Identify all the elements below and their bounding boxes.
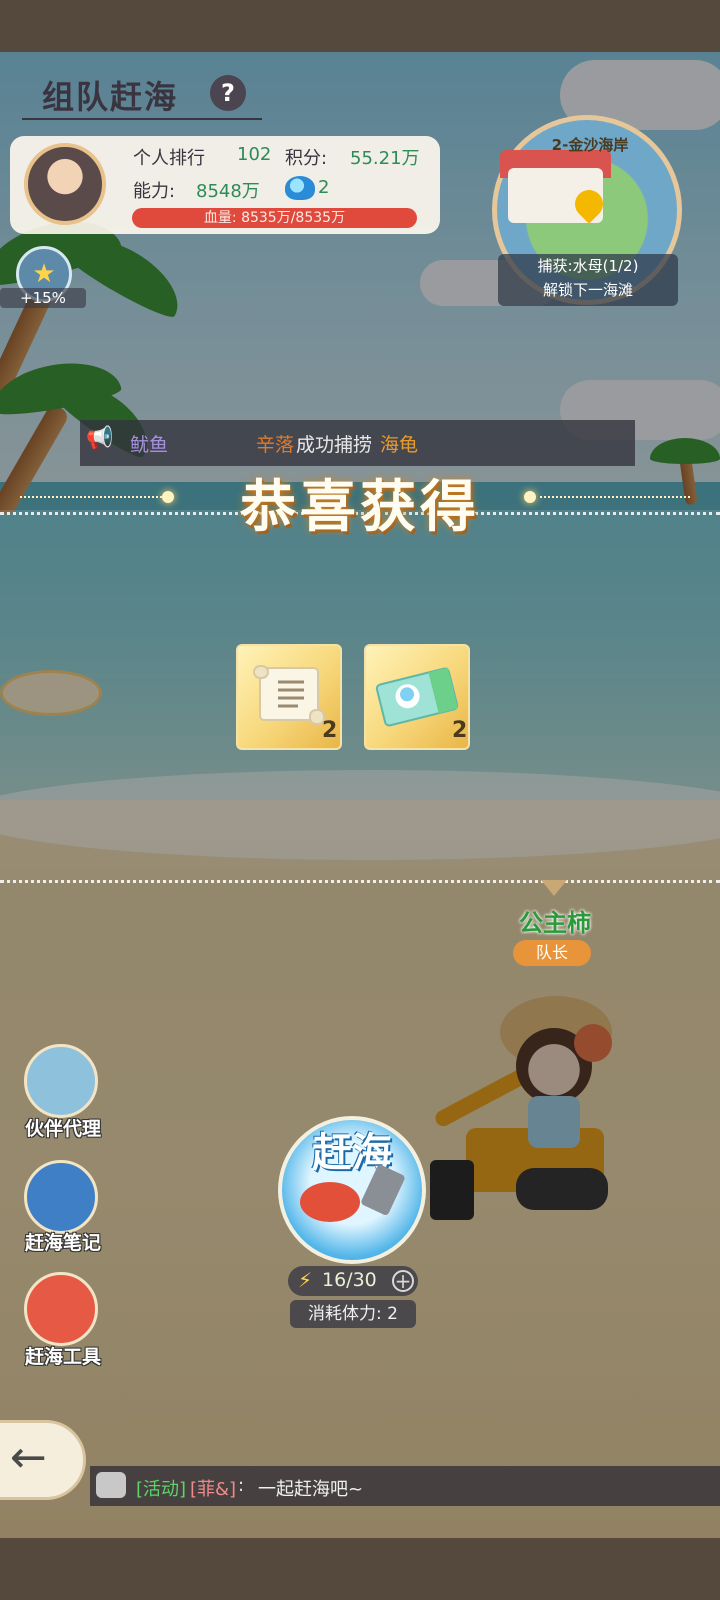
sparkle-icon (162, 491, 174, 503)
energy-cost: 消耗体力: 2 (290, 1300, 416, 1328)
lightning-icon: ⚡ (298, 1268, 313, 1292)
wave-count: 2 (318, 177, 330, 198)
score-label: 积分: (285, 148, 328, 169)
reward-panel (0, 510, 720, 882)
side-menu-label[interactable]: 伙伴代理 (8, 1114, 118, 1141)
bucket-icon[interactable] (24, 1272, 98, 1346)
chat-colon: : (238, 1475, 245, 1496)
boost-percent: +15% (0, 288, 86, 308)
character-name[interactable]: 公主柿 (500, 903, 610, 938)
crab-icon (300, 1182, 360, 1222)
rank-label: 个人排行 (133, 148, 205, 169)
energy-value: 16/30 (322, 1269, 377, 1291)
announcement-player: 辛落 (256, 434, 295, 456)
leader-badge: 队长 (513, 940, 591, 966)
power-value: 8548万 (196, 181, 260, 202)
wave-icon (285, 176, 315, 200)
title-deco-line-right (540, 496, 690, 498)
sparkle-icon (524, 491, 536, 503)
chat-bubble-icon[interactable] (96, 1472, 126, 1498)
congrats-title: 恭喜获得 (240, 474, 480, 540)
chat-sender: [菲&] (190, 1479, 237, 1500)
dig-button-label: 赶海 (312, 1130, 392, 1176)
side-menu-label[interactable]: 赶海工具 (8, 1342, 118, 1369)
side-menu-label[interactable]: 赶海笔记 (8, 1228, 118, 1255)
arrow-left-icon: ← (10, 1432, 47, 1483)
rank-value: 102 (237, 144, 272, 165)
title-deco-line-left (20, 496, 170, 498)
chat-message: 一起赶海吧~ (258, 1479, 364, 1500)
panel-border-bottom (0, 880, 720, 883)
reward-qty: 2 (322, 718, 338, 743)
unlock-hint: 解锁下一海滩 (542, 281, 633, 299)
question-icon[interactable]: ? (210, 75, 246, 111)
page-title: 组队赶海 (42, 78, 179, 116)
hp-text: 血量: 8535万/8535万 (203, 210, 346, 226)
chat-channel: [活动] (136, 1479, 187, 1500)
sea-book-icon[interactable] (24, 1160, 98, 1234)
power-label: 能力: (133, 181, 176, 202)
minimap-info: 捕获:水母(1/2) 解锁下一海滩 (498, 254, 678, 306)
id-card-icon[interactable] (24, 1044, 98, 1118)
beach-name: 2-金沙海岸 (551, 136, 629, 154)
announcement-prefix: 鱿鱼 (130, 434, 169, 456)
announcement-item: 海龟 (380, 434, 419, 456)
score-value: 55.21万 (350, 148, 420, 169)
megaphone-icon: 📢 (86, 426, 114, 451)
catch-progress: 捕获:水母(1/2) (537, 257, 639, 275)
avatar[interactable] (24, 143, 106, 225)
title-underline (22, 118, 262, 120)
add-energy-button[interactable]: + (392, 1270, 414, 1292)
announcement-action: 成功捕捞 (296, 434, 373, 456)
reward-qty: 2 (452, 718, 468, 743)
